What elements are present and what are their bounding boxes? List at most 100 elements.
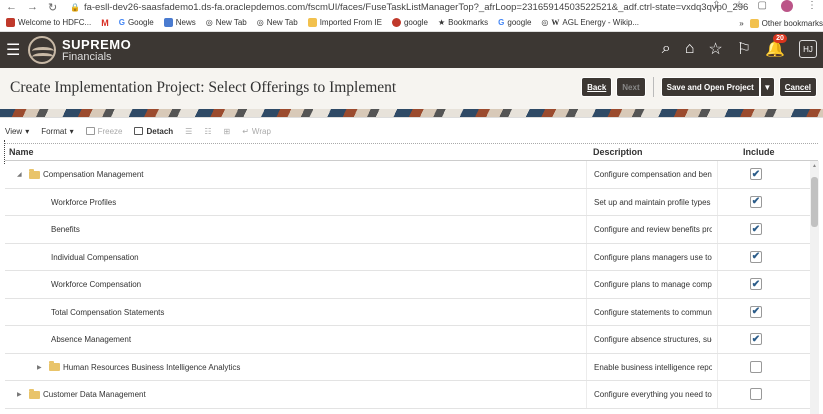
hierarchy-button[interactable]: ⊞	[224, 127, 231, 136]
table-row[interactable]: Benefits Configure and review benefits pr…	[5, 216, 818, 244]
save-dropdown-icon[interactable]: ▼	[759, 77, 775, 97]
bookmark-hdfc[interactable]: Welcome to HDFC...	[6, 18, 91, 27]
hdfc-icon	[6, 18, 15, 27]
lock-icon[interactable]: 🔒	[70, 3, 80, 12]
next-button[interactable]: Next	[616, 77, 646, 97]
bookmark-gmail[interactable]: M	[101, 18, 109, 28]
table-row[interactable]: Total Compensation Statements Configure s…	[5, 298, 818, 326]
collapse-triangle-icon[interactable]: ◢	[17, 171, 27, 178]
table-header: Name Description Include	[4, 140, 818, 164]
view-menu[interactable]: View ▾	[5, 127, 29, 136]
outdent-button[interactable]: ☷	[204, 127, 211, 136]
browser-menu-icon[interactable]: ⋮	[807, 0, 817, 12]
include-checkbox-unchecked[interactable]	[750, 388, 762, 400]
bookmark-google-3[interactable]: Ggoogle	[498, 18, 531, 27]
gmail-icon: M	[101, 17, 109, 28]
url-text[interactable]: fa-esll-dev26-saasfademo1.ds-fa.oraclepd…	[84, 2, 748, 13]
other-bookmarks[interactable]: Other bookmarks	[749, 18, 823, 28]
include-checkbox-checked[interactable]: ✔	[750, 195, 762, 208]
format-menu[interactable]: Format ▾	[41, 127, 73, 136]
include-checkbox-checked[interactable]: ✔	[750, 333, 762, 345]
browser-nav: ← → ↻	[6, 1, 70, 14]
expand-triangle-icon[interactable]: ▶	[37, 364, 47, 371]
globe-icon: ◎	[256, 18, 264, 27]
table-row[interactable]: Individual Compensation Configure plans m…	[5, 243, 818, 271]
format-label: Format	[41, 126, 67, 136]
row-description-cell: Configure absence structures, sucl	[594, 335, 712, 344]
bookmark-newtab-1[interactable]: ◎ New Tab	[206, 18, 247, 27]
include-checkbox-checked[interactable]: ✔	[750, 278, 762, 290]
bookmark-agl[interactable]: ◎ W AGL Energy - Wikip...	[541, 18, 639, 27]
include-checkbox-checked[interactable]: ✔	[750, 223, 762, 235]
bookmark-label: News	[175, 18, 196, 27]
bookmark-news[interactable]: News	[163, 18, 196, 27]
row-name-label: Workforce Profiles	[51, 197, 117, 207]
column-divider	[586, 161, 587, 188]
bookmark-label: Other bookmarks	[761, 18, 823, 28]
vertical-scrollbar[interactable]: ▲	[810, 161, 819, 414]
bookmark-google[interactable]: G Google	[119, 18, 154, 27]
scrollbar-thumb[interactable]	[811, 177, 818, 227]
reload-icon[interactable]: ↻	[48, 1, 57, 14]
freeze-button[interactable]: Freeze	[85, 127, 122, 136]
include-checkbox-checked[interactable]: ✔	[750, 305, 762, 318]
browser-address-bar: ← → ↻ 🔒 fa-esll-dev26-saasfademo1.ds-fa.…	[0, 0, 823, 14]
column-header-include[interactable]: Include	[743, 147, 775, 157]
chevron-down-icon: ▾	[25, 126, 30, 136]
favorites-star-icon[interactable]: ☆	[708, 39, 722, 59]
flag-icon[interactable]: ⚐	[737, 39, 751, 59]
column-divider	[586, 216, 587, 243]
column-header-description[interactable]: Description	[593, 147, 643, 157]
bookmark-google-2[interactable]: google	[391, 18, 428, 27]
logo-mark-icon	[28, 36, 56, 64]
column-divider	[717, 188, 718, 215]
bookmark-newtab-2[interactable]: ◎ New Tab	[257, 18, 298, 27]
column-divider	[586, 381, 587, 408]
wrap-button[interactable]: ↵ Wrap	[242, 127, 271, 136]
folder-icon	[307, 18, 317, 27]
save-split-button: Save and Open Project ▼	[660, 77, 775, 97]
tab-window-icon[interactable]: ▢	[758, 0, 767, 12]
table-row[interactable]: ◢ Compensation Management Configure compen…	[5, 161, 818, 189]
back-arrow-icon[interactable]: ←	[6, 1, 17, 14]
home-icon[interactable]: ⌂	[685, 40, 695, 58]
table-row[interactable]: Absence Management Configure absence stru…	[5, 326, 818, 354]
column-divider	[717, 271, 718, 298]
bookmark-star-icon[interactable]: ☆	[735, 0, 744, 12]
brand-logo[interactable]: SUPREMO Financials	[28, 36, 131, 64]
table-row[interactable]: Workforce Profiles Set up and maintain pr…	[5, 188, 818, 216]
row-name-label: Individual Compensation	[51, 252, 139, 262]
detach-button[interactable]: Detach	[134, 127, 173, 136]
save-and-open-button[interactable]: Save and Open Project	[660, 77, 760, 97]
more-bookmarks-button[interactable]: »	[739, 19, 743, 28]
include-checkbox-checked[interactable]: ✔	[750, 250, 762, 263]
scroll-up-icon[interactable]: ▲	[812, 163, 817, 169]
search-icon[interactable]: ⌕	[662, 40, 671, 58]
bookmark-imported[interactable]: Imported From IE	[307, 18, 382, 27]
folder-icon	[29, 168, 40, 179]
expand-triangle-icon[interactable]: ▶	[17, 391, 27, 398]
divider	[652, 77, 654, 97]
include-checkbox-checked[interactable]: ✔	[750, 168, 762, 180]
table-row[interactable]: ▶ Human Resources Business Intelligence A…	[5, 353, 818, 381]
cancel-button[interactable]: Cancel	[778, 77, 817, 97]
hamburger-menu-icon[interactable]: ☰	[6, 40, 26, 60]
column-header-name[interactable]: Name	[9, 147, 34, 157]
include-checkbox-unchecked[interactable]	[750, 360, 762, 373]
user-avatar[interactable]: HJ	[799, 40, 817, 58]
bookmark-label: Bookmarks	[448, 18, 489, 27]
forward-arrow-icon[interactable]: →	[27, 1, 38, 14]
bookmark-bookmarks[interactable]: ★ Bookmarks	[438, 18, 488, 27]
share-icon[interactable]: ⇪	[712, 0, 720, 12]
next-label: Next	[622, 82, 640, 92]
notifications-bell-icon[interactable]: 🔔 20	[765, 34, 787, 59]
bookmark-label: New Tab	[266, 18, 298, 27]
row-description-cell: Enable business intelligence report	[594, 362, 712, 372]
back-button[interactable]: Back	[581, 77, 613, 97]
table-row[interactable]: Workforce Compensation Configure plans to…	[5, 271, 818, 299]
column-divider	[717, 381, 718, 408]
detach-label: Detach	[146, 126, 174, 136]
table-row[interactable]: ▶ Customer Data Management Configure every…	[5, 381, 818, 409]
profile-avatar[interactable]	[781, 0, 793, 12]
indent-button[interactable]: ☰	[185, 127, 192, 136]
